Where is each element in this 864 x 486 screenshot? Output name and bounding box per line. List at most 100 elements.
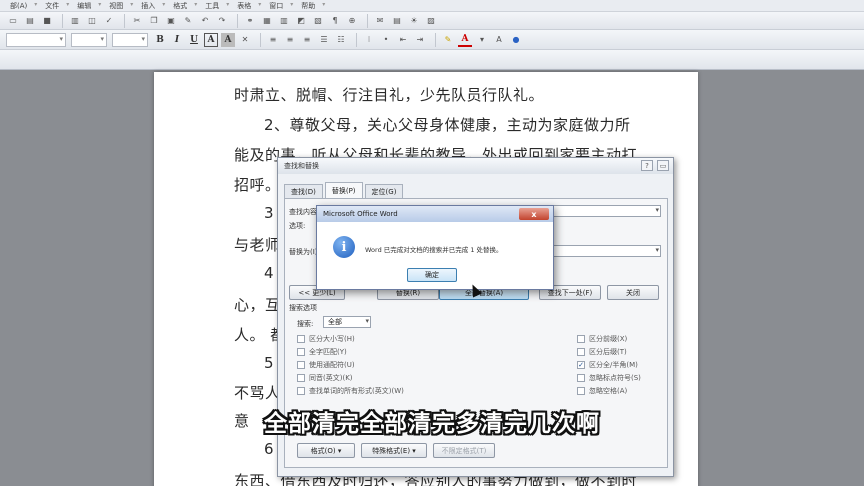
paste-icon[interactable]: ▣ bbox=[164, 14, 178, 28]
show-hide-icon[interactable]: ¶ bbox=[328, 14, 342, 28]
menu-item-insert[interactable]: 插入 bbox=[135, 1, 167, 11]
doc-line: 不骂人 bbox=[234, 384, 281, 402]
document-map-icon[interactable]: ▧ bbox=[311, 14, 325, 28]
decrease-indent-icon[interactable]: ⇤ bbox=[396, 33, 410, 47]
close-icon[interactable]: ▭ bbox=[657, 160, 669, 171]
checkbox-box[interactable] bbox=[577, 348, 585, 356]
formatting-toolbar: B I U A A ✕ ≡ ≡ ≡ ☰ ☷ ⁝ • ⇤ ⇥ ✎ A ▾ A ● bbox=[0, 30, 864, 50]
checkbox-box[interactable] bbox=[577, 387, 585, 395]
highlight-sun-icon[interactable]: ☀ bbox=[407, 14, 421, 28]
toolbar-separator bbox=[367, 13, 368, 28]
ignore-space-checkbox[interactable]: 忽略空格(A) bbox=[577, 386, 627, 396]
font-size-combo[interactable] bbox=[112, 32, 148, 47]
tab-goto[interactable]: 定位(G) bbox=[364, 184, 404, 198]
checkbox-box[interactable] bbox=[297, 335, 305, 343]
doc-line: 3 bbox=[264, 204, 275, 222]
hyperlink-icon[interactable]: ⚭ bbox=[243, 14, 257, 28]
highlight-icon[interactable]: ✎ bbox=[441, 33, 455, 47]
sounds-like-checkbox[interactable]: 同音(英文)(K) bbox=[297, 373, 353, 383]
tab-replace[interactable]: 替换(P) bbox=[324, 182, 363, 198]
message-box-close-button[interactable]: x bbox=[519, 208, 549, 220]
no-formatting-button[interactable]: 不限定格式(T) bbox=[433, 443, 495, 458]
whole-word-checkbox[interactable]: 全字匹配(Y) bbox=[297, 347, 347, 357]
align-left-icon[interactable]: ≡ bbox=[266, 33, 280, 47]
standard-toolbar: ▭ ▤ ■ ▥ ◫ ✓ ✂ ❐ ▣ ✎ ↶ ↷ ⚭ ▦ ▥ ◩ ▧ ¶ ⊕ ✉ … bbox=[0, 12, 864, 30]
cut-icon[interactable]: ✂ bbox=[130, 14, 144, 28]
menu-item-part[interactable]: 部(A) bbox=[4, 1, 39, 11]
copy-icon[interactable]: ❐ bbox=[147, 14, 161, 28]
doc-line: 招呼。 bbox=[234, 176, 281, 194]
print-preview-icon[interactable]: ◫ bbox=[85, 14, 99, 28]
underline-button[interactable]: U bbox=[187, 33, 201, 47]
menu-item-window[interactable]: 窗口 bbox=[263, 1, 295, 11]
envelope-icon[interactable]: ✉ bbox=[373, 14, 387, 28]
tab-find[interactable]: 查找(D) bbox=[284, 184, 323, 198]
spelling-icon[interactable]: ✓ bbox=[102, 14, 116, 28]
checkbox-box[interactable] bbox=[297, 361, 305, 369]
menu-item-format[interactable]: 格式 bbox=[167, 1, 199, 11]
match-prefix-checkbox[interactable]: 区分前缀(X) bbox=[577, 334, 627, 344]
special-format-button[interactable]: 特殊格式(E) ▾ bbox=[361, 443, 427, 458]
italic-button[interactable]: I bbox=[170, 33, 184, 47]
char-scale-icon[interactable]: ✕ bbox=[238, 33, 252, 47]
format-painter-icon[interactable]: ✎ bbox=[181, 14, 195, 28]
toolbar-separator bbox=[62, 13, 63, 28]
picture-icon[interactable]: ▨ bbox=[424, 14, 438, 28]
increase-indent-icon[interactable]: ⇥ bbox=[413, 33, 427, 47]
bullets-icon[interactable]: • bbox=[379, 33, 393, 47]
all-word-forms-checkbox[interactable]: 查找单词的所有形式(英文)(W) bbox=[297, 386, 404, 396]
align-center-icon[interactable]: ≡ bbox=[283, 33, 297, 47]
checkbox-box-checked[interactable]: ✓ bbox=[577, 361, 585, 369]
style-combo[interactable] bbox=[6, 32, 66, 47]
checkbox-label: 区分前缀(X) bbox=[589, 335, 628, 343]
redo-icon[interactable]: ↷ bbox=[215, 14, 229, 28]
format-button[interactable]: 格式(O) ▾ bbox=[297, 443, 355, 458]
align-right-icon[interactable]: ≡ bbox=[300, 33, 314, 47]
close-button[interactable]: 关闭 bbox=[607, 285, 659, 300]
font-color-dropdown-icon[interactable]: ▾ bbox=[475, 33, 489, 47]
ok-button[interactable]: 确定 bbox=[407, 268, 457, 282]
dialog-controls: ? ▭ bbox=[641, 160, 669, 171]
new-document-icon[interactable]: ▭ bbox=[6, 14, 20, 28]
checkbox-box[interactable] bbox=[297, 374, 305, 382]
menu-item-view[interactable]: 视图 bbox=[103, 1, 135, 11]
menu-item-edit[interactable]: 编辑 bbox=[71, 1, 103, 11]
checkbox-box[interactable] bbox=[297, 387, 305, 395]
menu-item-file[interactable]: 文件 bbox=[39, 1, 71, 11]
font-color-button[interactable]: A bbox=[458, 33, 472, 47]
chart-icon[interactable]: ▤ bbox=[390, 14, 404, 28]
open-folder-icon[interactable]: ▤ bbox=[23, 14, 37, 28]
match-suffix-checkbox[interactable]: 区分后缀(T) bbox=[577, 347, 627, 357]
table-icon[interactable]: ▦ bbox=[260, 14, 274, 28]
help-globe-icon[interactable]: ● bbox=[509, 33, 523, 47]
match-case-checkbox[interactable]: 区分大小写(H) bbox=[297, 334, 355, 344]
zoom-icon[interactable]: ⊕ bbox=[345, 14, 359, 28]
help-icon[interactable]: ? bbox=[641, 160, 653, 171]
checkbox-box[interactable] bbox=[577, 374, 585, 382]
ignore-punctuation-checkbox[interactable]: 忽略标点符号(S) bbox=[577, 373, 641, 383]
undo-icon[interactable]: ↶ bbox=[198, 14, 212, 28]
numbering-icon[interactable]: ⁝ bbox=[362, 33, 376, 47]
columns-icon[interactable]: ▥ bbox=[277, 14, 291, 28]
checkbox-label: 全字匹配(Y) bbox=[309, 348, 347, 356]
wildcards-checkbox[interactable]: 使用通配符(U) bbox=[297, 360, 355, 370]
justify-icon[interactable]: ☰ bbox=[317, 33, 331, 47]
font-combo[interactable] bbox=[71, 32, 107, 47]
checkbox-box[interactable] bbox=[297, 348, 305, 356]
menu-item-tools[interactable]: 工具 bbox=[199, 1, 231, 11]
save-icon[interactable]: ■ bbox=[40, 14, 54, 28]
text-effect-icon[interactable]: A bbox=[492, 33, 506, 47]
drawing-icon[interactable]: ◩ bbox=[294, 14, 308, 28]
menu-item-help[interactable]: 帮助 bbox=[295, 1, 327, 11]
checkbox-box[interactable] bbox=[577, 335, 585, 343]
char-border-button[interactable]: A bbox=[204, 32, 218, 47]
bold-button[interactable]: B bbox=[153, 33, 167, 47]
distributed-icon[interactable]: ☷ bbox=[334, 33, 348, 47]
char-shading-button[interactable]: A bbox=[221, 32, 235, 47]
search-direction-select[interactable]: 全部 bbox=[323, 316, 371, 328]
match-width-checkbox[interactable]: ✓ 区分全/半角(M) bbox=[577, 360, 638, 370]
toolbar-strip bbox=[0, 50, 864, 70]
print-icon[interactable]: ▥ bbox=[68, 14, 82, 28]
checkbox-label: 区分大小写(H) bbox=[309, 335, 355, 343]
menu-item-table[interactable]: 表格 bbox=[231, 1, 263, 11]
